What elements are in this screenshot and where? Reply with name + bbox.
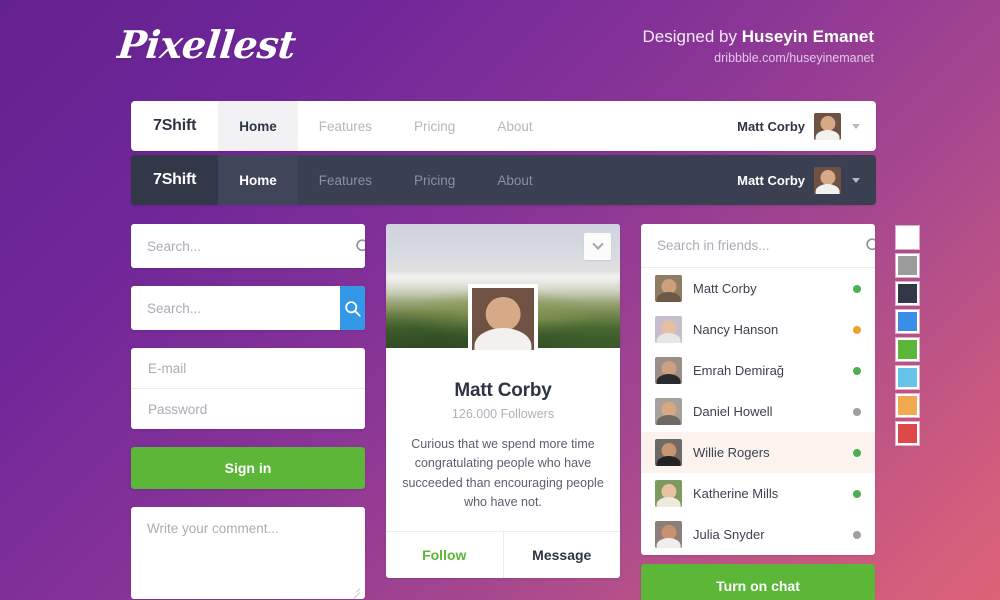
navbar-light-brand[interactable]: 7Shift — [131, 101, 218, 151]
navbar-dark-brand[interactable]: 7Shift — [131, 155, 219, 205]
search-input[interactable] — [131, 224, 340, 268]
search-field-with-button — [131, 286, 365, 330]
avatar — [655, 480, 682, 507]
status-badge — [853, 448, 861, 457]
profile-bio: Curious that we spend more time congratu… — [402, 437, 604, 510]
nav-light-item-pricing[interactable]: Pricing — [393, 101, 476, 151]
search-input[interactable] — [131, 286, 340, 330]
friend-name: Julia Snyder — [693, 527, 765, 542]
friend-row[interactable]: Julia Snyder — [641, 514, 875, 555]
profile-avatar — [468, 284, 538, 354]
friend-name: Daniel Howell — [693, 404, 773, 419]
nav-light-user-menu[interactable]: Matt Corby — [737, 101, 876, 151]
color-swatch-green[interactable] — [896, 338, 919, 361]
friend-row[interactable]: Matt Corby — [641, 268, 875, 309]
profile-body: Matt Corby 126.000 Followers Curious tha… — [386, 348, 620, 531]
designer-credit: Designed by Huseyin Emanet dribbble.com/… — [643, 26, 875, 67]
search-button[interactable] — [340, 286, 365, 330]
friend-name: Katherine Mills — [693, 486, 779, 501]
avatar — [655, 398, 682, 425]
friend-name: Matt Corby — [693, 281, 757, 296]
friend-row[interactable]: Willie Rogers — [641, 432, 875, 473]
search-field-plain — [131, 224, 365, 268]
nav-light-item-features[interactable]: Features — [298, 101, 393, 151]
friends-list: Matt Corby Nancy Hanson Emrah Demirağ Danie… — [641, 268, 875, 555]
nav-light-user-name: Matt Corby — [737, 118, 805, 134]
friends-card: Matt Corby Nancy Hanson Emrah Demirağ Danie… — [641, 224, 875, 555]
navbar-dark: 7Shift Home Features Pricing About Matt … — [131, 155, 876, 205]
comment-textarea[interactable] — [131, 507, 365, 599]
friend-name: Emrah Demirağ — [693, 363, 785, 378]
cover-options-button[interactable] — [584, 233, 611, 260]
avatar — [655, 316, 682, 343]
profile-actions: Follow Message — [386, 530, 621, 578]
status-badge — [853, 530, 861, 539]
email-field[interactable] — [131, 348, 365, 388]
friend-row[interactable]: Daniel Howell — [641, 391, 875, 432]
nav-dark-user-name: Matt Corby — [737, 172, 805, 188]
navbar-light: 7Shift Home Features Pricing About Matt … — [131, 101, 876, 151]
profile-column: Matt Corby 126.000 Followers Curious tha… — [386, 224, 620, 578]
color-swatch-gray[interactable] — [896, 254, 919, 277]
status-badge — [853, 489, 861, 498]
status-badge — [853, 284, 861, 293]
friends-search-field — [641, 224, 875, 268]
turn-on-chat-button[interactable]: Turn on chat — [641, 564, 875, 600]
chevron-down-icon[interactable] — [852, 177, 860, 183]
credit-name: Huseyin Emanet — [741, 27, 874, 46]
signin-form — [131, 348, 365, 429]
color-swatch-light-blue[interactable] — [896, 366, 919, 389]
nav-dark-item-features[interactable]: Features — [298, 155, 393, 205]
search-icon[interactable] — [850, 237, 875, 254]
nav-light-item-home[interactable]: Home — [218, 101, 298, 151]
status-badge — [853, 366, 861, 375]
avatar — [655, 357, 682, 384]
nav-light-item-about[interactable]: About — [476, 101, 553, 151]
avatar — [814, 112, 841, 140]
avatar — [655, 275, 682, 302]
follow-button[interactable]: Follow — [386, 531, 504, 578]
left-column: Sign in — [131, 224, 365, 599]
friend-row[interactable]: Nancy Hanson — [641, 309, 875, 350]
friend-row[interactable]: Katherine Mills — [641, 473, 875, 514]
cover-photo — [386, 224, 620, 354]
avatar — [655, 521, 682, 548]
chevron-down-icon — [591, 238, 604, 250]
color-swatch-palette — [896, 226, 919, 445]
friend-name: Willie Rogers — [693, 445, 770, 460]
friend-row[interactable]: Emrah Demirağ — [641, 350, 875, 391]
search-icon[interactable] — [340, 238, 365, 255]
color-swatch-red[interactable] — [896, 422, 919, 445]
avatar — [814, 166, 841, 194]
color-swatch-dark-navy[interactable] — [896, 282, 919, 305]
profile-name: Matt Corby — [454, 380, 552, 401]
comment-box — [131, 507, 365, 599]
avatar — [655, 439, 682, 466]
friend-name: Nancy Hanson — [693, 322, 779, 337]
signin-button[interactable]: Sign in — [131, 447, 365, 489]
message-button[interactable]: Message — [504, 532, 621, 578]
friends-search-input[interactable] — [641, 224, 850, 267]
nav-dark-item-pricing[interactable]: Pricing — [393, 155, 476, 205]
password-field[interactable] — [131, 389, 365, 429]
app-logo: Pixellest — [115, 22, 298, 67]
chevron-down-icon[interactable] — [852, 123, 860, 129]
color-swatch-white[interactable] — [896, 226, 919, 249]
nav-dark-item-about[interactable]: About — [476, 155, 553, 205]
color-swatch-orange[interactable] — [896, 394, 919, 417]
color-swatch-blue[interactable] — [896, 310, 919, 333]
search-icon — [345, 300, 361, 317]
credit-url: dribbble.com/huseyinemanet — [714, 51, 874, 66]
status-badge — [853, 407, 861, 416]
nav-dark-user-menu[interactable]: Matt Corby — [737, 155, 876, 205]
credit-prefix: Designed by — [642, 27, 742, 46]
profile-followers: 126.000 Followers — [451, 407, 555, 421]
nav-dark-item-home[interactable]: Home — [218, 155, 298, 205]
profile-card: Matt Corby 126.000 Followers Curious tha… — [386, 224, 620, 578]
friends-column: Matt Corby Nancy Hanson Emrah Demirağ Danie… — [641, 224, 875, 600]
status-badge — [853, 325, 861, 334]
